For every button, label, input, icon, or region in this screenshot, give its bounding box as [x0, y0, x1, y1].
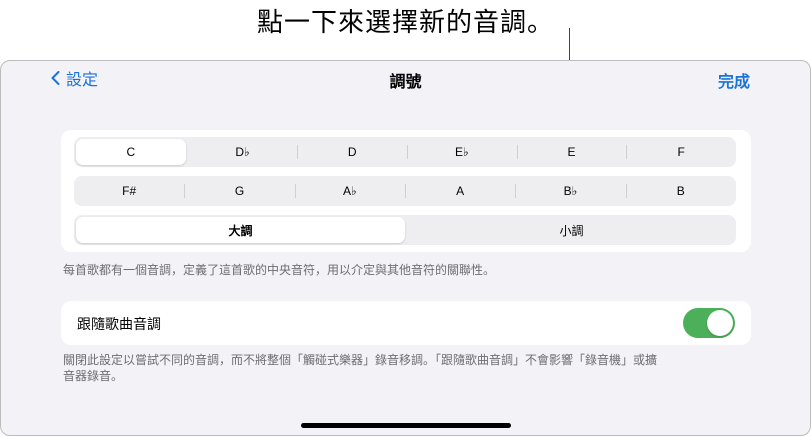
key-f-segment[interactable]: F [626, 137, 736, 167]
key-g-segment[interactable]: G [184, 176, 294, 206]
callout: 點一下來選擇新的音調。 [0, 0, 811, 138]
key-signature-screen: 設定 調號 完成 C D♭ D E♭ E F F# G A♭ A B♭ B 大調… [0, 60, 811, 436]
follow-note-line-1: 關閉此設定以嘗試不同的音調，而不將整個「觸碰式樂器」錄音移調。「跟隨歌曲音調」不… [63, 353, 658, 367]
callout-text: 點一下來選擇新的音調。 [256, 7, 554, 37]
key-a-flat-segment[interactable]: A♭ [294, 176, 405, 206]
key-b-flat-segment[interactable]: B♭ [515, 176, 625, 206]
major-mode-segment[interactable]: 大調 [76, 217, 405, 243]
key-e-segment[interactable]: E [516, 137, 627, 167]
home-indicator[interactable] [301, 423, 511, 428]
key-b-segment[interactable]: B [625, 176, 736, 206]
follow-note-line-2: 音器錄音。 [63, 369, 124, 383]
key-selector-card: C D♭ D E♭ E F F# G A♭ A B♭ B 大調 小調 [61, 130, 751, 252]
key-c-segment[interactable]: C [76, 139, 186, 165]
follow-song-key-label: 跟隨歌曲音調 [77, 316, 161, 332]
page-title: 調號 [389, 74, 422, 91]
key-row-2: F# G A♭ A B♭ B [74, 176, 736, 206]
key-f-sharp-segment[interactable]: F# [74, 176, 184, 206]
key-e-flat-segment[interactable]: E♭ [407, 137, 517, 167]
key-description: 每首歌都有一個音調，定義了這首歌的中央音符，用以介定與其他音符的關聯性。 [63, 263, 496, 277]
key-d-flat-segment[interactable]: D♭ [188, 137, 298, 167]
toggle-knob [707, 310, 733, 336]
key-d-segment[interactable]: D [297, 137, 407, 167]
follow-song-key-toggle[interactable] [683, 308, 735, 338]
key-row-1: C D♭ D E♭ E F [74, 137, 736, 167]
key-a-segment[interactable]: A [404, 176, 515, 206]
minor-mode-segment[interactable]: 小調 [407, 215, 736, 245]
done-button[interactable]: 完成 [718, 68, 750, 92]
mode-selector: 大調 小調 [74, 215, 736, 245]
follow-song-key-row: 跟隨歌曲音調 [61, 301, 751, 345]
